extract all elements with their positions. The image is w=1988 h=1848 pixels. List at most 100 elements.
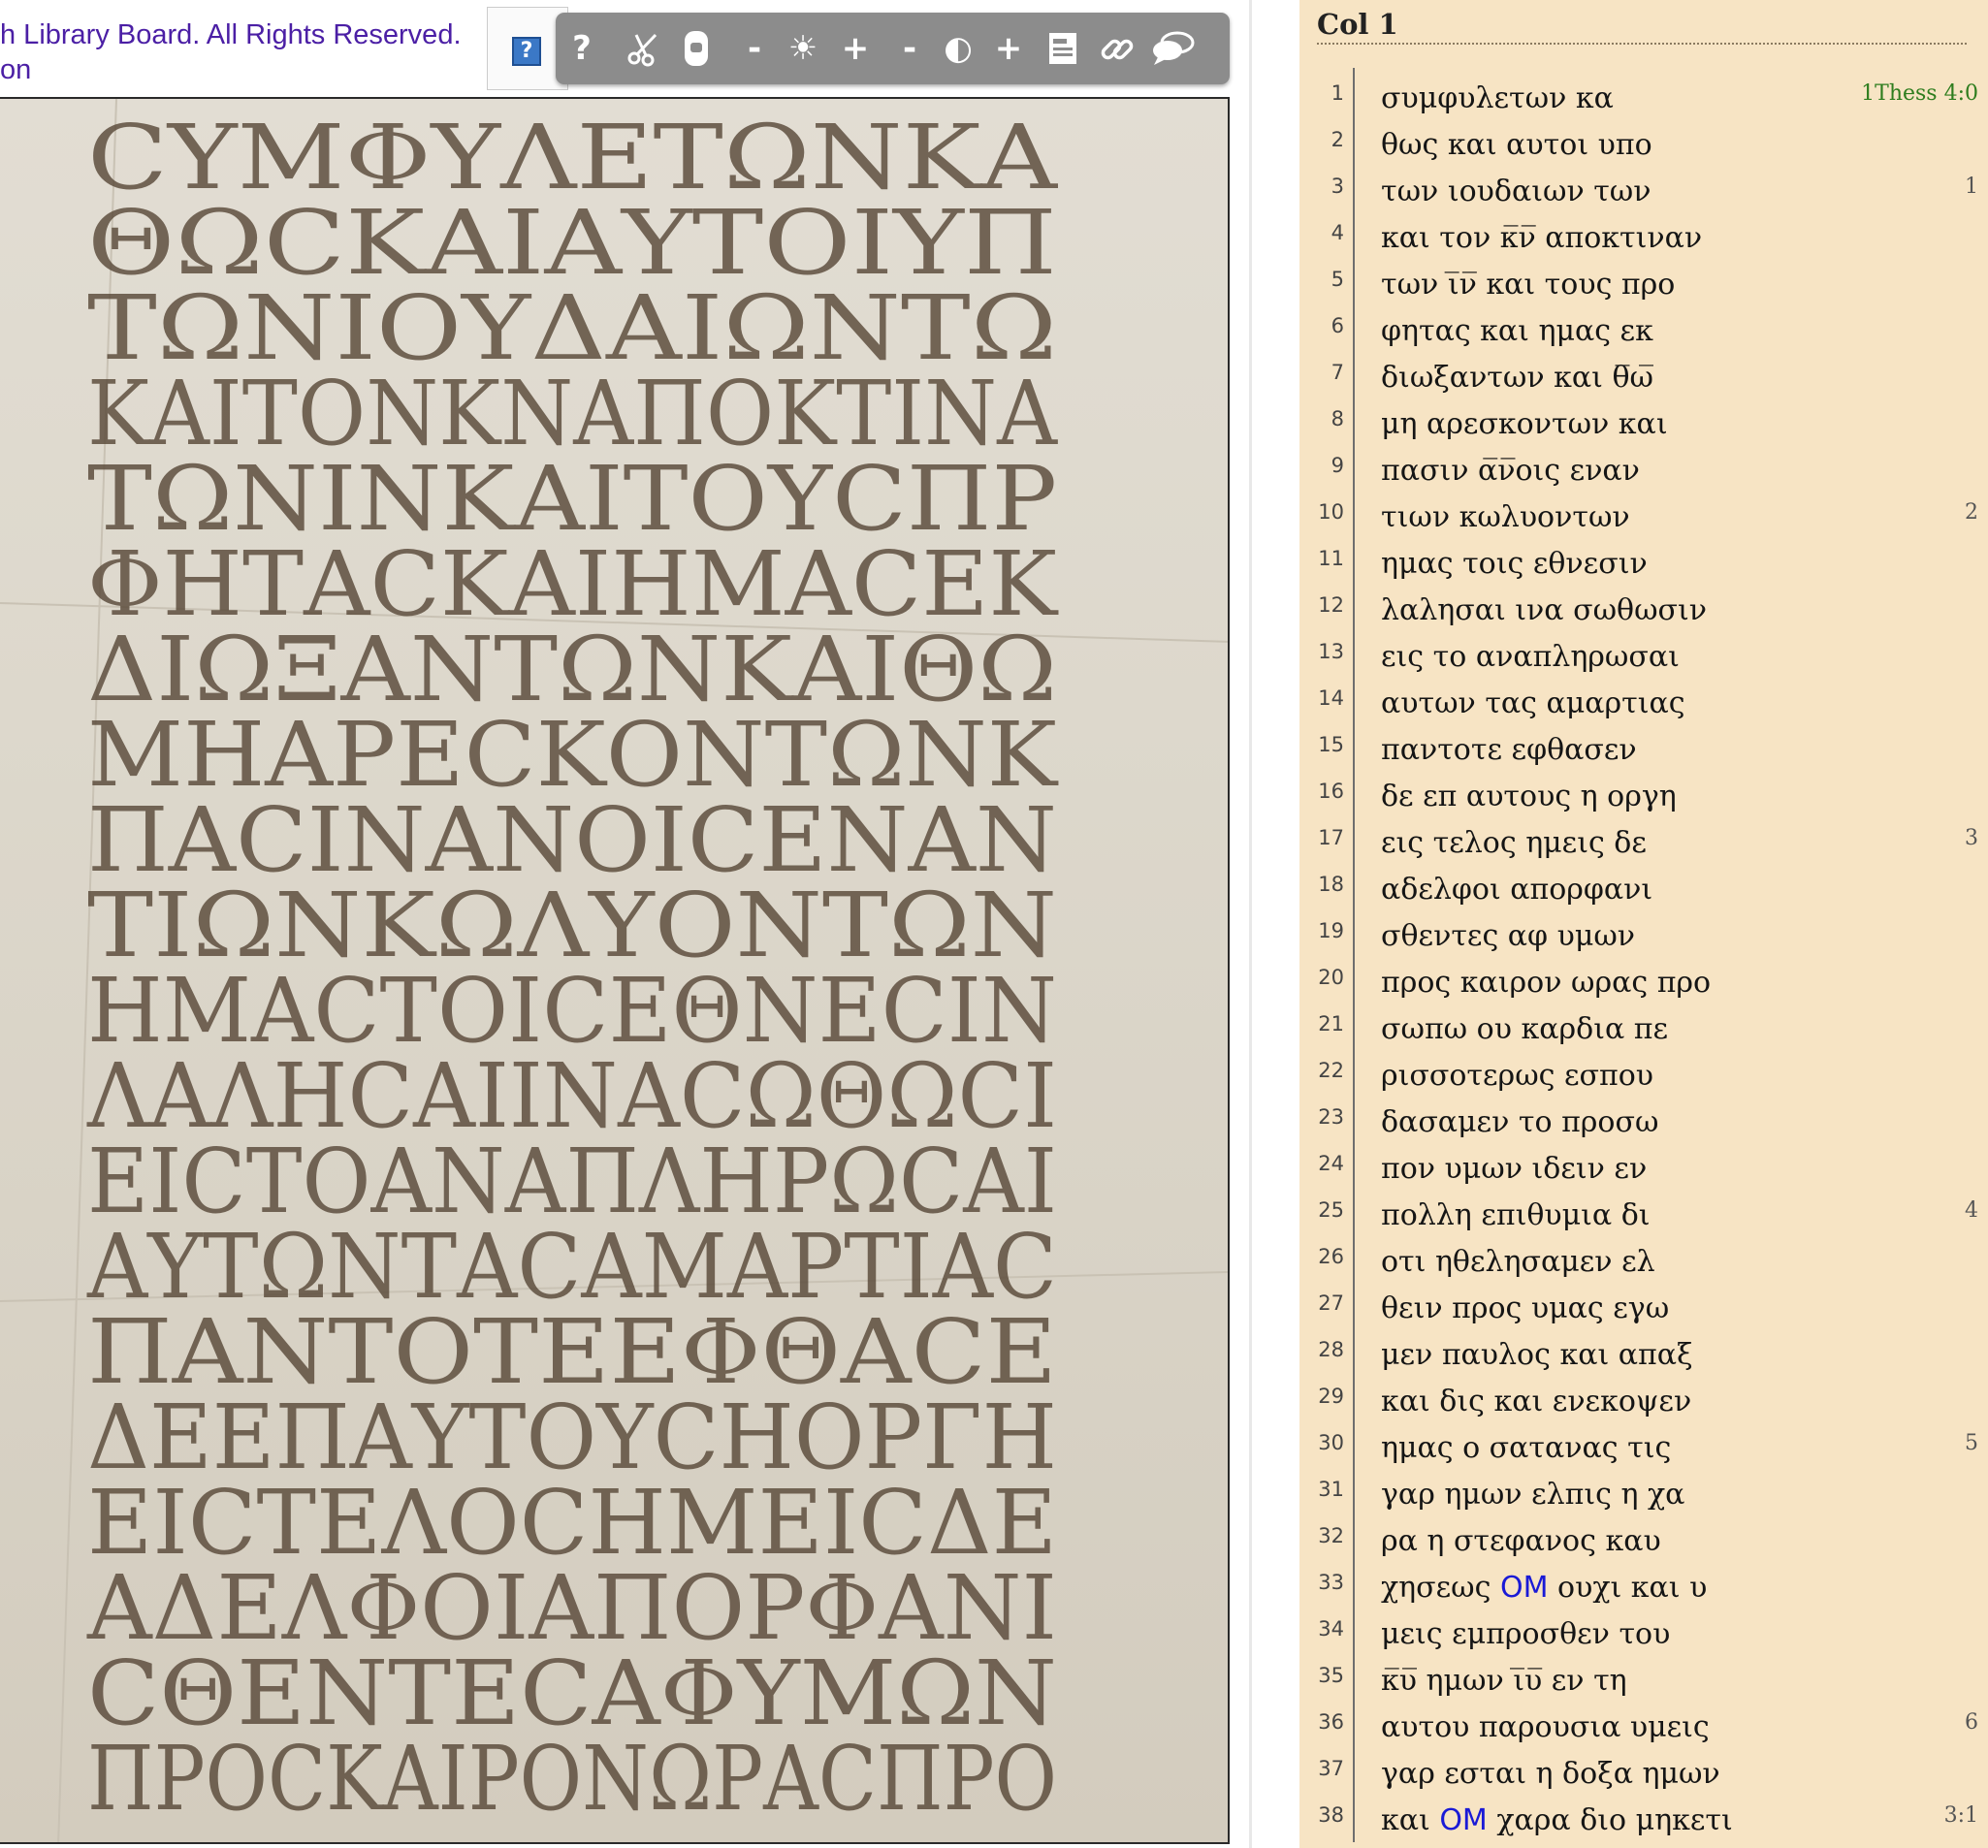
contrast-decrease-button[interactable]: - <box>883 13 936 84</box>
text-segment: σωπω ου καρδια πε <box>1381 1012 1669 1046</box>
transcription-line[interactable]: 13 εις το αναπληρωσαι <box>1299 634 1988 681</box>
transcription-line[interactable]: 10 τιων κωλυοντων 2 <box>1299 494 1988 541</box>
brightness-increase-button[interactable]: + <box>829 13 882 84</box>
manuscript-image[interactable]: ϹΥΜΦΥΛΕΤΩΝΚΑ ΘΩϹΚΑΙΑΥΤΟΙΥΠ ΤΩΝΙΟΥΔΑΙΩΝΤΩ ΚΑ… <box>0 97 1230 1844</box>
transcription-line[interactable]: 9 πασιν α̅ν̅οις εναν <box>1299 448 1988 494</box>
viewer-toolbar: ? - ☀ + - ◐ + <box>556 13 1230 84</box>
transcription-line[interactable]: 11 ημας τοις εθνεσιν <box>1299 541 1988 588</box>
transcription-line[interactable]: 21 σωπω ου καρδια πε <box>1299 1006 1988 1053</box>
transcription-line[interactable]: 33 χησεως OM ουχι και υ <box>1299 1565 1988 1611</box>
line-text: χησεως OM ουχι και υ <box>1381 1571 1707 1605</box>
transcription-line[interactable]: 29 και δις και ενεκοψεν <box>1299 1379 1988 1425</box>
transcription-line[interactable]: 2 θως και αυτοι υπο <box>1299 122 1988 169</box>
text-segment: θως και αυτοι υπο <box>1381 128 1652 162</box>
transcription-line[interactable]: 1 συμφυλετων κα 1Thess 4:0 <box>1299 76 1988 122</box>
transcription-line[interactable]: 25 πολλη επιθυμια δι 4 <box>1299 1193 1988 1239</box>
line-number: 37 <box>1318 1757 1344 1780</box>
transcription-line[interactable]: 26 οτι ηθελησαμεν ελ <box>1299 1239 1988 1286</box>
line-text: δασαμεν το προσω <box>1381 1105 1658 1139</box>
transcription-line[interactable]: 8 μη αρεσκοντων και <box>1299 401 1988 448</box>
line-number: 29 <box>1318 1385 1344 1408</box>
transcription-line[interactable]: 20 προς καιρον ωρας προ <box>1299 960 1988 1006</box>
copyright-notice: h Library Board. All Rights Reserved. on <box>0 17 490 87</box>
transcription-line[interactable]: 22 ρισσοτερως εσπου <box>1299 1053 1988 1099</box>
transcription-line[interactable]: 24 πον υμων ιδειν εν <box>1299 1146 1988 1193</box>
line-text: και τον κ̅ν̅ αποκτιναν <box>1381 221 1702 255</box>
transcription-line[interactable]: 16 δε επ αυτους η οργη <box>1299 774 1988 820</box>
text-segment: μη αρεσκοντων και <box>1381 407 1668 441</box>
line-number: 28 <box>1318 1338 1344 1361</box>
transcription-line[interactable]: 4 και τον κ̅ν̅ αποκτιναν <box>1299 215 1988 262</box>
line-text: φητας και ημας εκ <box>1381 314 1653 348</box>
text-segment: κ̅υ̅ ημων ι̅υ̅ εν τη <box>1381 1664 1627 1698</box>
transcription-line[interactable]: 14 αυτων τας αμαρτιας <box>1299 681 1988 727</box>
transcription-line[interactable]: 30 ημας ο σατανας τις 5 <box>1299 1425 1988 1472</box>
text-segment: χαρα διο μηκετι <box>1487 1803 1733 1837</box>
line-number: 13 <box>1318 640 1344 663</box>
text-segment: πασιν α̅ν̅οις εναν <box>1381 454 1640 488</box>
transcription-line[interactable]: 6 φητας και ημας εκ <box>1299 308 1988 355</box>
omission-marker[interactable]: OM <box>1500 1571 1549 1605</box>
verse-marker: 6 <box>1965 1710 1978 1735</box>
line-number: 16 <box>1318 780 1344 803</box>
line-number: 4 <box>1331 221 1344 244</box>
transcription-line[interactable]: 17 εις τελος ημεις δε 3 <box>1299 820 1988 867</box>
line-text: των ιουδαιων των <box>1381 175 1651 208</box>
text-segment: ρισσοτερως εσπου <box>1381 1059 1654 1093</box>
scissors-button[interactable] <box>618 13 670 84</box>
transcription-line[interactable]: 36 αυτου παρουσια υμεις 6 <box>1299 1705 1988 1751</box>
transcription-line[interactable]: 15 παντοτε εφθασεν <box>1299 727 1988 774</box>
contrast-button[interactable]: ◐ <box>932 13 984 84</box>
transcription-line[interactable]: 5 των ι̅ν̅ και τους προ <box>1299 262 1988 308</box>
line-number: 36 <box>1318 1710 1344 1734</box>
transcription-line[interactable]: 35 κ̅υ̅ ημων ι̅υ̅ εν τη <box>1299 1658 1988 1705</box>
text-segment: φητας και ημας εκ <box>1381 314 1653 348</box>
line-number: 9 <box>1331 454 1344 477</box>
omission-marker[interactable]: OM <box>1439 1803 1488 1837</box>
line-text: τιων κωλυοντων <box>1381 500 1630 534</box>
text-segment: οτι ηθελησαμεν ελ <box>1381 1245 1655 1279</box>
pane-divider[interactable] <box>1249 0 1252 1848</box>
transcription-line[interactable]: 7 διωξαντων και θ̅ω̅ <box>1299 355 1988 401</box>
link-button[interactable] <box>1091 13 1143 84</box>
line-text: εις τελος ημεις δε <box>1381 826 1647 860</box>
line-text: αυτων τας αμαρτιας <box>1381 686 1685 720</box>
line-number: 5 <box>1331 268 1344 291</box>
text-segment: των ι̅ν̅ και τους προ <box>1381 268 1676 302</box>
text-segment: παντοτε εφθασεν <box>1381 733 1637 767</box>
line-number: 21 <box>1318 1012 1344 1036</box>
line-number: 19 <box>1318 919 1344 942</box>
transcription-line[interactable]: 37 γαρ εσται η δοξα ημων <box>1299 1751 1988 1798</box>
transcription-line[interactable]: 19 σθεντες αφ υμων <box>1299 913 1988 960</box>
line-text: μη αρεσκοντων και <box>1381 407 1668 441</box>
line-text: λαλησαι ινα σωθωσιν <box>1381 593 1707 627</box>
line-text: συμφυλετων κα <box>1381 81 1614 115</box>
text-segment: συμφυλετων κα <box>1381 81 1614 115</box>
help-button[interactable]: ? <box>556 13 608 84</box>
transcription-line[interactable]: 3 των ιουδαιων των 1 <box>1299 169 1988 215</box>
line-number: 17 <box>1318 826 1344 849</box>
contrast-increase-icon: + <box>994 29 1023 68</box>
transcription-line[interactable]: 31 γαρ ημων ελπις η χα <box>1299 1472 1988 1518</box>
transcription-line[interactable]: 18 αδελφοι απορφανι <box>1299 867 1988 913</box>
transcription-line[interactable]: 27 θειν προς υμας εγω <box>1299 1286 1988 1332</box>
transcription-line[interactable]: 38 και OM χαρα διο μηκετι 3:1 <box>1299 1798 1988 1844</box>
help-square-icon[interactable]: ? <box>512 37 541 66</box>
brightness-decrease-button[interactable]: - <box>728 13 781 84</box>
transcription-line[interactable]: 12 λαλησαι ινα σωθωσιν <box>1299 588 1988 634</box>
line-number: 35 <box>1318 1664 1344 1687</box>
transcription-line[interactable]: 34 μεις εμπροσθεν του <box>1299 1611 1988 1658</box>
transcription-line[interactable]: 23 δασαμεν το προσω <box>1299 1099 1988 1146</box>
lock-button[interactable] <box>670 13 722 84</box>
line-number: 25 <box>1318 1198 1344 1222</box>
transcription-line[interactable]: 32 ρα η στεφανος καυ <box>1299 1518 1988 1565</box>
verse-marker: 3:1 <box>1943 1803 1978 1828</box>
transcription-line[interactable]: 28 μεν παυλος και απαξ <box>1299 1332 1988 1379</box>
comment-button[interactable] <box>1147 13 1200 84</box>
page-layout-button[interactable] <box>1037 13 1089 84</box>
copyright-line-2: on <box>0 54 32 85</box>
contrast-increase-button[interactable]: + <box>982 13 1035 84</box>
line-number: 11 <box>1318 547 1344 570</box>
brightness-button[interactable]: ☀ <box>777 13 829 84</box>
line-text: ρα η στεφανος καυ <box>1381 1524 1661 1558</box>
